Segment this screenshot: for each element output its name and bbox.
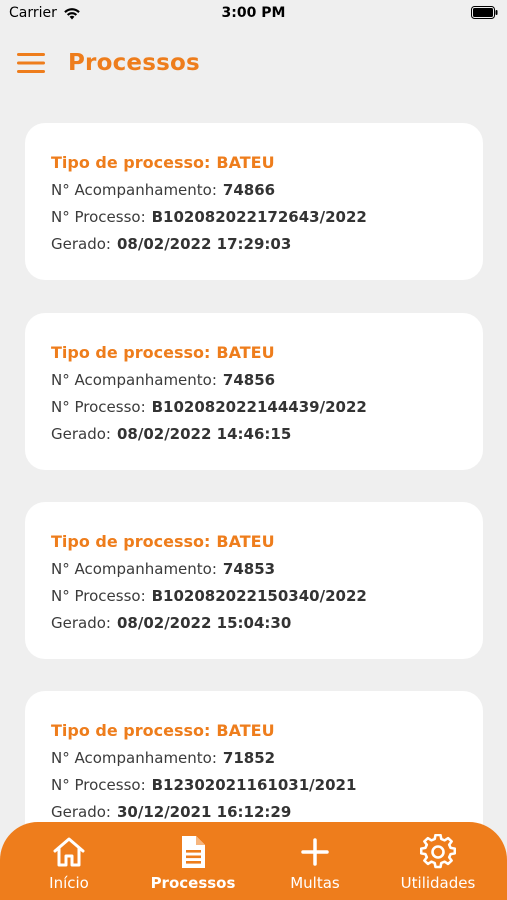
generated-value: 30/12/2021 16:12:29 bbox=[116, 803, 292, 821]
tab-inicio[interactable]: Início bbox=[6, 822, 132, 900]
process-type-row: Tipo de processo: BATEU bbox=[51, 721, 275, 741]
generated-value: 08/02/2022 14:46:15 bbox=[116, 425, 292, 443]
tracking-value: 74853 bbox=[222, 560, 276, 578]
process-type-row: Tipo de processo: BATEU bbox=[51, 532, 275, 552]
process-number-row: N° Processo: B102082022144439/2022 bbox=[51, 397, 367, 417]
process-card[interactable]: Tipo de processo: BATEU N° Acompanhamento… bbox=[25, 502, 483, 659]
process-number-row: N° Processo: B102082022172643/2022 bbox=[51, 207, 367, 227]
tab-utilidades-label: Utilidades bbox=[400, 874, 476, 892]
process-type-row: Tipo de processo: BATEU bbox=[51, 343, 275, 363]
process-number-row: N° Processo: B102082022150340/2022 bbox=[51, 586, 367, 606]
tab-processos-label: Processos bbox=[150, 874, 236, 892]
process-type-value: BATEU bbox=[216, 343, 275, 362]
process-card[interactable]: Tipo de processo: BATEU N° Acompanhamento… bbox=[25, 313, 483, 470]
process-type-label: Tipo de processo: bbox=[51, 721, 211, 740]
generated-value: 08/02/2022 17:29:03 bbox=[116, 235, 292, 253]
tab-utilidades[interactable]: Utilidades bbox=[375, 822, 501, 900]
tracking-row: N° Acompanhamento: 71852 bbox=[51, 748, 275, 768]
generated-label: Gerado: bbox=[51, 614, 111, 632]
process-type-value: BATEU bbox=[216, 153, 275, 172]
process-type-label: Tipo de processo: bbox=[51, 343, 211, 362]
tab-processos[interactable]: Processos bbox=[130, 822, 256, 900]
process-type-row: Tipo de processo: BATEU bbox=[51, 153, 275, 173]
tab-bar: Início Processos Multas Utilidades bbox=[0, 822, 507, 900]
process-card[interactable]: Tipo de processo: BATEU N° Acompanhamento… bbox=[25, 123, 483, 280]
process-number-value: B12302021161031/2021 bbox=[151, 776, 357, 794]
tracking-value: 74856 bbox=[222, 371, 276, 389]
tracking-value: 71852 bbox=[222, 749, 276, 767]
generated-value: 08/02/2022 15:04:30 bbox=[116, 614, 292, 632]
home-icon bbox=[53, 837, 85, 867]
process-type-label: Tipo de processo: bbox=[51, 153, 211, 172]
generated-label: Gerado: bbox=[51, 803, 111, 821]
tracking-label: N° Acompanhamento: bbox=[51, 749, 217, 767]
tab-inicio-label: Início bbox=[49, 874, 89, 892]
tracking-label: N° Acompanhamento: bbox=[51, 560, 217, 578]
tracking-row: N° Acompanhamento: 74853 bbox=[51, 559, 275, 579]
process-number-value: B102082022144439/2022 bbox=[151, 398, 367, 416]
process-number-label: N° Processo: bbox=[51, 776, 146, 794]
tracking-label: N° Acompanhamento: bbox=[51, 371, 217, 389]
generated-row: Gerado: 08/02/2022 17:29:03 bbox=[51, 234, 291, 254]
process-type-value: BATEU bbox=[216, 721, 275, 740]
generated-row: Gerado: 08/02/2022 15:04:30 bbox=[51, 613, 291, 633]
process-number-label: N° Processo: bbox=[51, 587, 146, 605]
tracking-label: N° Acompanhamento: bbox=[51, 181, 217, 199]
process-number-label: N° Processo: bbox=[51, 208, 146, 226]
plus-icon bbox=[301, 838, 329, 866]
tracking-row: N° Acompanhamento: 74866 bbox=[51, 180, 275, 200]
generated-label: Gerado: bbox=[51, 235, 111, 253]
process-number-label: N° Processo: bbox=[51, 398, 146, 416]
process-number-value: B102082022172643/2022 bbox=[151, 208, 367, 226]
gear-icon bbox=[420, 834, 456, 869]
tracking-row: N° Acompanhamento: 74856 bbox=[51, 370, 275, 390]
process-list: Tipo de processo: BATEU N° Acompanhamento… bbox=[0, 0, 507, 900]
generated-label: Gerado: bbox=[51, 425, 111, 443]
tab-multas-label: Multas bbox=[290, 874, 340, 892]
tracking-value: 74866 bbox=[222, 181, 276, 199]
process-number-value: B102082022150340/2022 bbox=[151, 587, 367, 605]
tab-multas[interactable]: Multas bbox=[252, 822, 378, 900]
process-number-row: N° Processo: B12302021161031/2021 bbox=[51, 775, 356, 795]
process-type-label: Tipo de processo: bbox=[51, 532, 211, 551]
process-type-value: BATEU bbox=[216, 532, 275, 551]
generated-row: Gerado: 08/02/2022 14:46:15 bbox=[51, 424, 291, 444]
document-icon bbox=[182, 836, 205, 868]
generated-row: Gerado: 30/12/2021 16:12:29 bbox=[51, 802, 291, 822]
